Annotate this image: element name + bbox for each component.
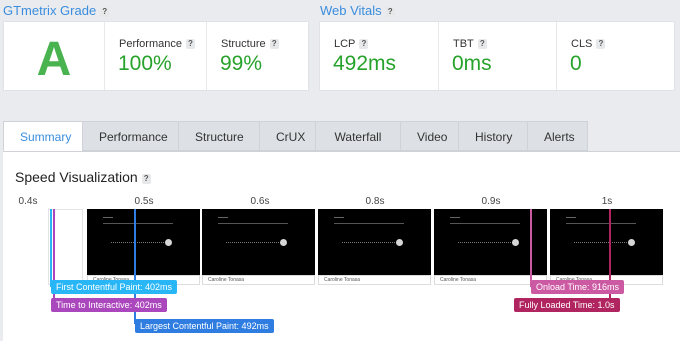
tab-crux[interactable]: CrUX: [259, 121, 316, 151]
help-icon[interactable]: ?: [359, 39, 369, 49]
web-vitals-title: Web Vitals?: [320, 3, 395, 18]
lcp-value: 492ms: [333, 52, 397, 75]
performance-label: Performance?: [119, 38, 195, 50]
timeline-label: 0.6s: [250, 196, 270, 207]
gtmetrix-grade-title: GTmetrix Grade?: [3, 3, 110, 18]
tbt-cell: TBT? 0ms: [438, 22, 556, 90]
help-icon[interactable]: ?: [269, 39, 279, 49]
performance-value: 100%: [118, 52, 172, 75]
web-vitals-card: LCP? 492ms TBT? 0ms CLS? 0: [319, 21, 675, 91]
structure-value: 99%: [220, 52, 263, 75]
help-icon[interactable]: ?: [141, 174, 151, 184]
help-icon[interactable]: ?: [477, 39, 487, 49]
timeline-label: 0.5s: [134, 196, 154, 207]
frame-caption: Caroline Tonasa: [318, 275, 431, 285]
speed-visualization-title: Speed Visualization?: [15, 169, 151, 185]
timeline-label: 1s: [601, 196, 613, 207]
performance-cell: Performance? 100%: [104, 22, 206, 90]
web-vitals-label: Web Vitals: [320, 3, 382, 18]
lcp-label: LCP?: [334, 38, 369, 50]
onload-label: Onload Time: 916ms: [531, 280, 625, 294]
gtmetrix-grade-card: A Performance? 100% Structure? 99%: [3, 21, 309, 91]
tab-performance[interactable]: Performance: [82, 121, 179, 151]
help-icon[interactable]: ?: [100, 7, 110, 17]
help-icon[interactable]: ?: [185, 39, 195, 49]
help-icon[interactable]: ?: [385, 7, 395, 17]
cls-label: CLS?: [571, 38, 606, 50]
tab-structure[interactable]: Structure: [178, 121, 260, 151]
tab-video[interactable]: Video: [400, 121, 459, 151]
tab-summary[interactable]: Summary: [3, 121, 83, 151]
structure-label: Structure?: [221, 38, 279, 50]
cls-value: 0: [570, 52, 582, 75]
fully-loaded-label: Fully Loaded Time: 1.0s: [514, 298, 620, 312]
fcp-marker-line: [50, 209, 52, 287]
grade-letter: A: [36, 33, 72, 86]
structure-cell: Structure? 99%: [206, 22, 308, 90]
cls-cell: CLS? 0: [556, 22, 674, 90]
timeline-label: 0.8s: [365, 196, 385, 207]
help-icon[interactable]: ?: [596, 39, 606, 49]
filmstrip-frame[interactable]: [550, 209, 663, 275]
report-tabs: Summary Performance Structure CrUX Water…: [3, 121, 588, 151]
grade-cell: A: [4, 22, 104, 90]
timeline-label: 0.4s: [18, 196, 38, 207]
tab-waterfall[interactable]: Waterfall: [315, 121, 401, 151]
tti-label: Time to Interactive: 402ms: [51, 298, 167, 312]
tab-history[interactable]: History: [458, 121, 528, 151]
filmstrip-frame[interactable]: [87, 209, 200, 275]
gtmetrix-grade-label: GTmetrix Grade: [3, 3, 97, 18]
fcp-label: First Contentful Paint: 402ms: [51, 280, 178, 294]
tbt-label: TBT?: [453, 38, 487, 50]
tbt-value: 0ms: [452, 52, 492, 75]
lcp-cell: LCP? 492ms: [320, 22, 438, 90]
lcp-label: Largest Contentful Paint: 492ms: [135, 319, 274, 333]
filmstrip-frame[interactable]: [318, 209, 431, 275]
frame-caption: Caroline Tonasa: [202, 275, 315, 285]
summary-panel: Speed Visualization? 0.4s 0.5s 0.6s 0.8s…: [3, 151, 680, 341]
onload-marker-line: [530, 209, 532, 287]
filmstrip-frame[interactable]: [202, 209, 315, 275]
timeline-label: 0.9s: [481, 196, 501, 207]
tab-alerts[interactable]: Alerts: [527, 121, 588, 151]
